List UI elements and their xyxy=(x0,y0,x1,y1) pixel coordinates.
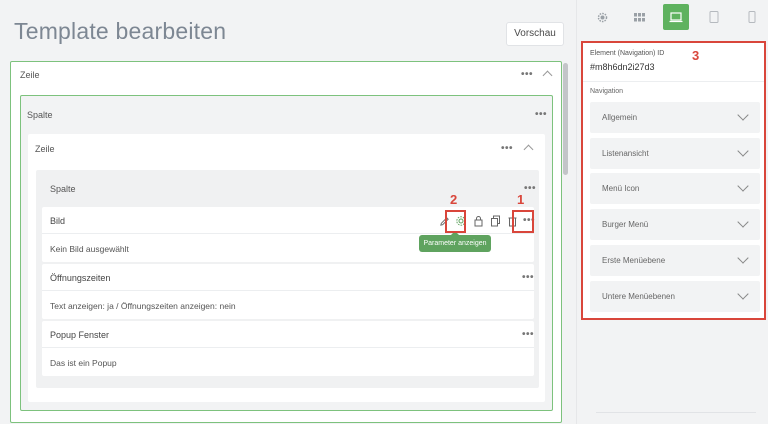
device-tabbar xyxy=(577,0,768,36)
copy-icon[interactable] xyxy=(486,212,504,230)
editor-area: Template bearbeiten Vorschau Zeile ••• S… xyxy=(0,0,570,424)
card-body: Das ist ein Popup xyxy=(42,348,534,376)
divider xyxy=(596,412,756,413)
card-menu-icon[interactable]: ••• xyxy=(522,272,534,283)
card-menu-icon[interactable]: ••• xyxy=(522,329,534,340)
tooltip: Parameter anzeigen xyxy=(419,231,491,252)
inner-column[interactable]: Spalte ••• Bild ••• Kein Bild ausgewählt… xyxy=(36,170,539,388)
outer-row-header: Zeile ••• xyxy=(11,62,561,90)
annotation-number-2: 2 xyxy=(450,192,458,207)
annotation-number-3: 3 xyxy=(692,48,700,63)
outer-row-collapse-icon[interactable] xyxy=(542,70,553,81)
card-title: Bild xyxy=(50,216,66,226)
annotation-number-1: 1 xyxy=(517,192,525,207)
tablet-icon[interactable] xyxy=(701,4,727,30)
inner-row-collapse-icon[interactable] xyxy=(523,144,534,155)
grid-icon[interactable] xyxy=(626,4,652,30)
preview-button[interactable]: Vorschau xyxy=(506,22,564,46)
annotation-box-1 xyxy=(512,210,534,233)
card-header: Öffnungszeiten ••• xyxy=(42,264,534,291)
lock-icon[interactable] xyxy=(469,212,487,230)
card-text: Text anzeigen: ja / Öffnungszeiten anzei… xyxy=(50,301,236,311)
annotation-box-3 xyxy=(581,41,766,320)
card-text: Kein Bild ausgewählt xyxy=(50,244,129,254)
inner-row-menu-icon[interactable]: ••• xyxy=(501,143,513,154)
inner-column-label: Spalte xyxy=(50,184,76,194)
card-text: Das ist ein Popup xyxy=(50,358,117,368)
outer-row-menu-icon[interactable]: ••• xyxy=(521,69,533,80)
card-title: Öffnungszeiten xyxy=(50,273,111,283)
annotation-box-2 xyxy=(445,210,466,233)
inner-column-menu-icon[interactable]: ••• xyxy=(524,183,536,194)
card-oeffnungszeiten[interactable]: Öffnungszeiten ••• Text anzeigen: ja / Ö… xyxy=(42,264,534,319)
inner-row-label: Zeile xyxy=(35,144,55,154)
outer-row-label: Zeile xyxy=(20,70,40,80)
card-header: Popup Fenster ••• xyxy=(42,321,534,348)
scrollbar-thumb[interactable] xyxy=(563,63,568,175)
scrollbar[interactable] xyxy=(563,63,568,423)
inner-row[interactable]: Zeile ••• Spalte ••• Bild ••• Kein Bild … xyxy=(28,134,545,402)
page-title: Template bearbeiten xyxy=(14,18,227,44)
card-popup[interactable]: Popup Fenster ••• Das ist ein Popup xyxy=(42,321,534,376)
desktop-icon[interactable] xyxy=(663,4,689,30)
column-label: Spalte xyxy=(27,110,53,120)
card-body: Text anzeigen: ja / Öffnungszeiten anzei… xyxy=(42,291,534,319)
gear-icon[interactable] xyxy=(589,4,615,30)
column[interactable]: Spalte ••• Zeile ••• Spalte ••• Bild •••… xyxy=(20,95,553,411)
card-title: Popup Fenster xyxy=(50,330,110,340)
mobile-icon[interactable] xyxy=(739,4,765,30)
column-menu-icon[interactable]: ••• xyxy=(535,109,547,120)
